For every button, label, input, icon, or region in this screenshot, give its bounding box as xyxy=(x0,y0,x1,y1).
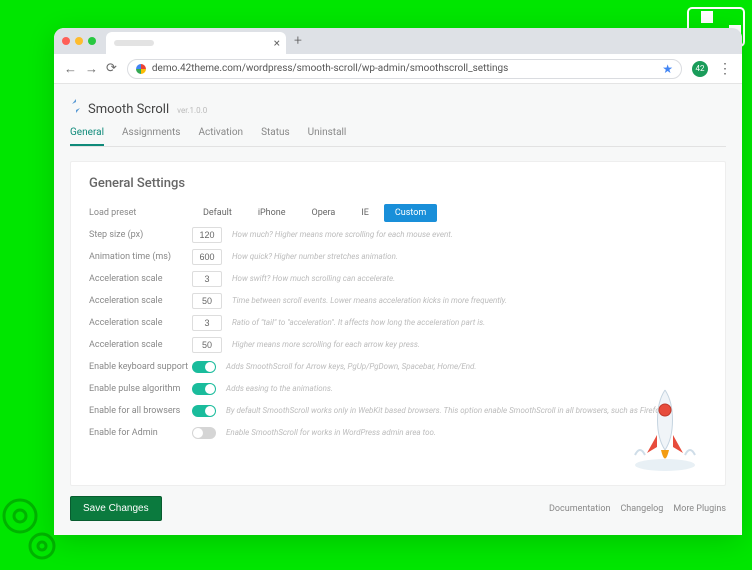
footer-links: Documentation Changelog More Plugins xyxy=(549,504,726,514)
app-title: Smooth Scroll xyxy=(88,102,169,117)
preset-opera[interactable]: Opera xyxy=(301,204,347,222)
setting-input[interactable] xyxy=(192,227,222,243)
setting-label: Acceleration scale xyxy=(89,340,192,350)
url-text: demo.42theme.com/wordpress/smooth-scroll… xyxy=(152,63,508,74)
save-button[interactable]: Save Changes xyxy=(70,496,162,521)
preset-iphone[interactable]: iPhone xyxy=(247,204,297,222)
tab-activation[interactable]: Activation xyxy=(198,127,243,146)
setting-hint: Adds easing to the animations. xyxy=(226,384,333,393)
maximize-window-icon[interactable] xyxy=(88,37,96,45)
setting-hint: How swift? How much scrolling can accele… xyxy=(232,274,395,283)
setting-hint: By default SmoothScroll works only in We… xyxy=(226,406,666,415)
setting-hint: Adds SmoothScroll for Arrow keys, PgUp/P… xyxy=(226,362,476,371)
forward-icon[interactable]: → xyxy=(85,61,98,77)
setting-label: Acceleration scale xyxy=(89,296,192,306)
reload-icon[interactable]: ⟳ xyxy=(106,61,117,77)
browser-tab[interactable]: × xyxy=(106,32,286,54)
setting-label: Enable for all browsers xyxy=(89,406,192,416)
preset-ie[interactable]: IE xyxy=(350,204,380,222)
minimize-window-icon[interactable] xyxy=(75,37,83,45)
setting-label: Step size (px) xyxy=(89,230,192,240)
preset-buttons: DefaultiPhoneOperaIECustom xyxy=(192,204,437,222)
setting-toggle[interactable] xyxy=(192,383,216,395)
setting-input[interactable] xyxy=(192,337,222,353)
setting-row: Acceleration scale Time between scroll ev… xyxy=(89,291,707,310)
setting-toggle[interactable] xyxy=(192,361,216,373)
preset-label: Load preset xyxy=(89,208,192,218)
setting-hint: Higher means more scrolling for each arr… xyxy=(232,340,420,349)
setting-label: Animation time (ms) xyxy=(89,252,192,262)
tab-general[interactable]: General xyxy=(70,127,104,146)
setting-hint: Enable SmoothScroll for works in WordPre… xyxy=(226,428,436,437)
bookmark-star-icon[interactable]: ★ xyxy=(662,62,673,76)
profile-avatar[interactable]: 42 xyxy=(692,61,708,77)
settings-panel: General Settings Load preset DefaultiPho… xyxy=(70,161,726,486)
tab-assignments[interactable]: Assignments xyxy=(122,127,180,146)
back-icon[interactable]: ← xyxy=(64,61,77,77)
tab-uninstall[interactable]: Uninstall xyxy=(308,127,347,146)
window-controls xyxy=(62,37,96,45)
close-tab-icon[interactable]: × xyxy=(274,36,280,50)
new-tab-button[interactable]: + xyxy=(294,33,302,49)
setting-input[interactable] xyxy=(192,249,222,265)
app-logo-icon xyxy=(70,98,82,112)
section-title: General Settings xyxy=(89,176,707,191)
preset-default[interactable]: Default xyxy=(192,204,243,222)
setting-input[interactable] xyxy=(192,293,222,309)
setting-row: Acceleration scale Ratio of "tail" to "ac… xyxy=(89,313,707,332)
tab-title-placeholder xyxy=(114,40,154,46)
setting-hint: Time between scroll events. Lower means … xyxy=(232,296,507,305)
tab-status[interactable]: Status xyxy=(261,127,290,146)
settings-tabs: General Assignments Activation Status Uninst… xyxy=(70,127,726,147)
setting-label: Enable pulse algorithm xyxy=(89,384,192,394)
kebab-menu-icon[interactable]: ⋮ xyxy=(718,66,732,72)
setting-toggle[interactable] xyxy=(192,405,216,417)
setting-row: Step size (px) How much? Higher means mor… xyxy=(89,225,707,244)
setting-input[interactable] xyxy=(192,271,222,287)
setting-label: Acceleration scale xyxy=(89,274,192,284)
setting-row: Acceleration scale Higher means more scro… xyxy=(89,335,707,354)
setting-row: Enable keyboard support Adds SmoothScroll… xyxy=(89,357,707,376)
footer-link[interactable]: More Plugins xyxy=(673,504,726,514)
preset-custom[interactable]: Custom xyxy=(384,204,437,222)
address-bar: ← → ⟳ demo.42theme.com/wordpress/smooth-… xyxy=(54,54,742,84)
app-header: Smooth Scroll ver.1.0.0 xyxy=(70,98,726,117)
nav-buttons: ← → ⟳ xyxy=(64,61,117,77)
browser-window: × + ← → ⟳ demo.42theme.com/wordpress/smo… xyxy=(54,28,742,535)
setting-input[interactable] xyxy=(192,315,222,331)
setting-label: Acceleration scale xyxy=(89,318,192,328)
setting-row: Acceleration scale How swift? How much sc… xyxy=(89,269,707,288)
setting-row: Animation time (ms) How quick? Higher num… xyxy=(89,247,707,266)
page-footer: Save Changes Documentation Changelog More … xyxy=(70,496,726,521)
omnibox[interactable]: demo.42theme.com/wordpress/smooth-scroll… xyxy=(127,59,682,79)
setting-label: Enable keyboard support xyxy=(89,362,192,372)
close-window-icon[interactable] xyxy=(62,37,70,45)
google-favicon-icon xyxy=(136,64,146,74)
setting-toggle[interactable] xyxy=(192,427,216,439)
setting-label: Enable for Admin xyxy=(89,428,192,438)
setting-hint: How much? Higher means more scrolling fo… xyxy=(232,230,453,239)
rocket-illustration xyxy=(615,375,715,475)
footer-link[interactable]: Documentation xyxy=(549,504,610,514)
tab-strip: × + xyxy=(54,28,742,54)
setting-hint: Ratio of "tail" to "acceleration". It af… xyxy=(232,318,485,327)
page-content: Smooth Scroll ver.1.0.0 General Assignmen… xyxy=(54,84,742,535)
app-version: ver.1.0.0 xyxy=(177,106,207,115)
setting-hint: How quick? Higher number stretches anima… xyxy=(232,252,398,261)
footer-link[interactable]: Changelog xyxy=(620,504,663,514)
